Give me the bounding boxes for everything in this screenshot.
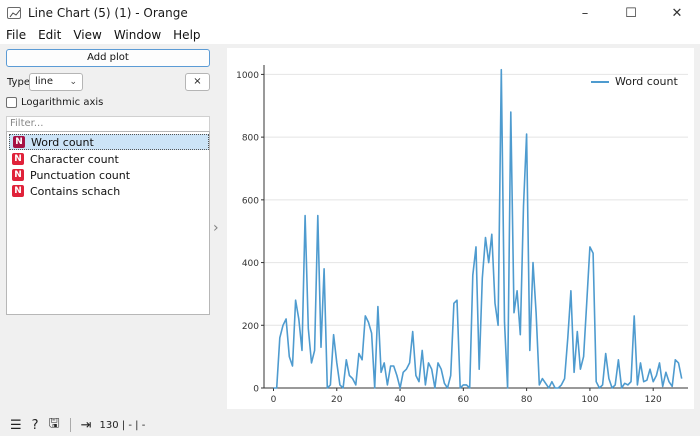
logarithmic-axis-label: Logarithmic axis xyxy=(21,97,104,108)
window-controls: – ☐ ✕ xyxy=(562,0,700,26)
variable-label: Word count xyxy=(31,135,94,149)
y-tick-label: 800 xyxy=(242,134,259,144)
x-tick-label: 80 xyxy=(521,395,533,405)
checkbox-box[interactable] xyxy=(6,97,17,108)
series-line-0 xyxy=(273,68,683,389)
collapse-panel-arrow-icon[interactable]: › xyxy=(213,220,219,236)
x-tick-label: 100 xyxy=(581,395,598,405)
type-select-value: line xyxy=(35,76,54,87)
close-button[interactable]: ✕ xyxy=(654,0,700,26)
filter-input[interactable]: Filter... xyxy=(6,116,210,131)
input-data-icon[interactable]: ⇥ xyxy=(81,418,92,433)
x-tick-label: 20 xyxy=(331,395,343,405)
numeric-variable-icon: N xyxy=(12,169,24,181)
y-tick-label: 600 xyxy=(242,196,259,206)
minimize-button[interactable]: – xyxy=(562,0,608,26)
title-bar: Line Chart (5) (1) - Orange – ☐ ✕ xyxy=(0,0,700,26)
menu-help[interactable]: Help xyxy=(173,28,200,42)
variable-label: Contains schach xyxy=(30,184,121,198)
line-chart-app-icon xyxy=(7,7,21,19)
add-plot-button[interactable]: Add plot xyxy=(6,49,210,67)
logarithmic-axis-checkbox[interactable]: Logarithmic axis xyxy=(6,97,103,108)
x-tick-label: 120 xyxy=(645,395,662,405)
x-tick-label: 0 xyxy=(271,395,277,405)
numeric-variable-icon: N xyxy=(12,185,24,197)
menu-window[interactable]: Window xyxy=(114,28,161,42)
window-title: Line Chart (5) (1) - Orange xyxy=(28,6,188,20)
chevron-down-icon: ⌄ xyxy=(69,77,77,87)
variable-label: Punctuation count xyxy=(30,168,131,182)
menu-edit[interactable]: Edit xyxy=(38,28,61,42)
legend-swatch xyxy=(591,80,609,83)
menu-file[interactable]: File xyxy=(6,28,26,42)
list-item-word-count[interactable]: N Word count xyxy=(9,134,209,150)
variable-label: Character count xyxy=(30,152,119,166)
line-chart: 0 200 400 600 800 1000 0 20 40 60 80 100 120 xyxy=(236,65,688,405)
x-tick-label: 60 xyxy=(458,395,470,405)
status-bar: ☰ ? 🖫 ⇥ 130 | - | - xyxy=(0,414,700,436)
list-item-contains-schach[interactable]: N Contains schach xyxy=(9,183,209,199)
data-summary: 130 | - | - xyxy=(99,419,146,431)
legend-label: Word count xyxy=(615,75,678,88)
control-panel: Add plot Type: line ⌄ × Logarithmic axis… xyxy=(0,44,218,412)
x-tick-label: 40 xyxy=(394,395,406,405)
list-item-punctuation-count[interactable]: N Punctuation count xyxy=(9,167,209,183)
chart-legend: Word count xyxy=(591,75,678,88)
maximize-button[interactable]: ☐ xyxy=(608,0,654,26)
menu-bar: File Edit View Window Help xyxy=(0,26,700,44)
menu-view[interactable]: View xyxy=(73,28,101,42)
hamburger-menu-icon[interactable]: ☰ xyxy=(10,418,22,433)
remove-plot-button[interactable]: × xyxy=(185,73,210,91)
help-icon[interactable]: ? xyxy=(32,418,39,433)
variable-list[interactable]: N Word count N Character count N Punctua… xyxy=(6,131,210,315)
status-separator xyxy=(69,418,71,432)
y-tick-label: 200 xyxy=(242,322,259,332)
type-select[interactable]: line ⌄ xyxy=(29,73,83,91)
y-tick-label: 1000 xyxy=(236,71,259,81)
save-icon[interactable]: 🖫 xyxy=(49,414,60,436)
y-tick-label: 400 xyxy=(242,259,259,269)
y-tick-label: 0 xyxy=(253,385,259,395)
list-item-character-count[interactable]: N Character count xyxy=(9,151,209,167)
chart-area: 0 200 400 600 800 1000 0 20 40 60 80 100 120 Word co… xyxy=(227,48,694,409)
numeric-variable-icon: N xyxy=(13,136,25,148)
numeric-variable-icon: N xyxy=(12,153,24,165)
